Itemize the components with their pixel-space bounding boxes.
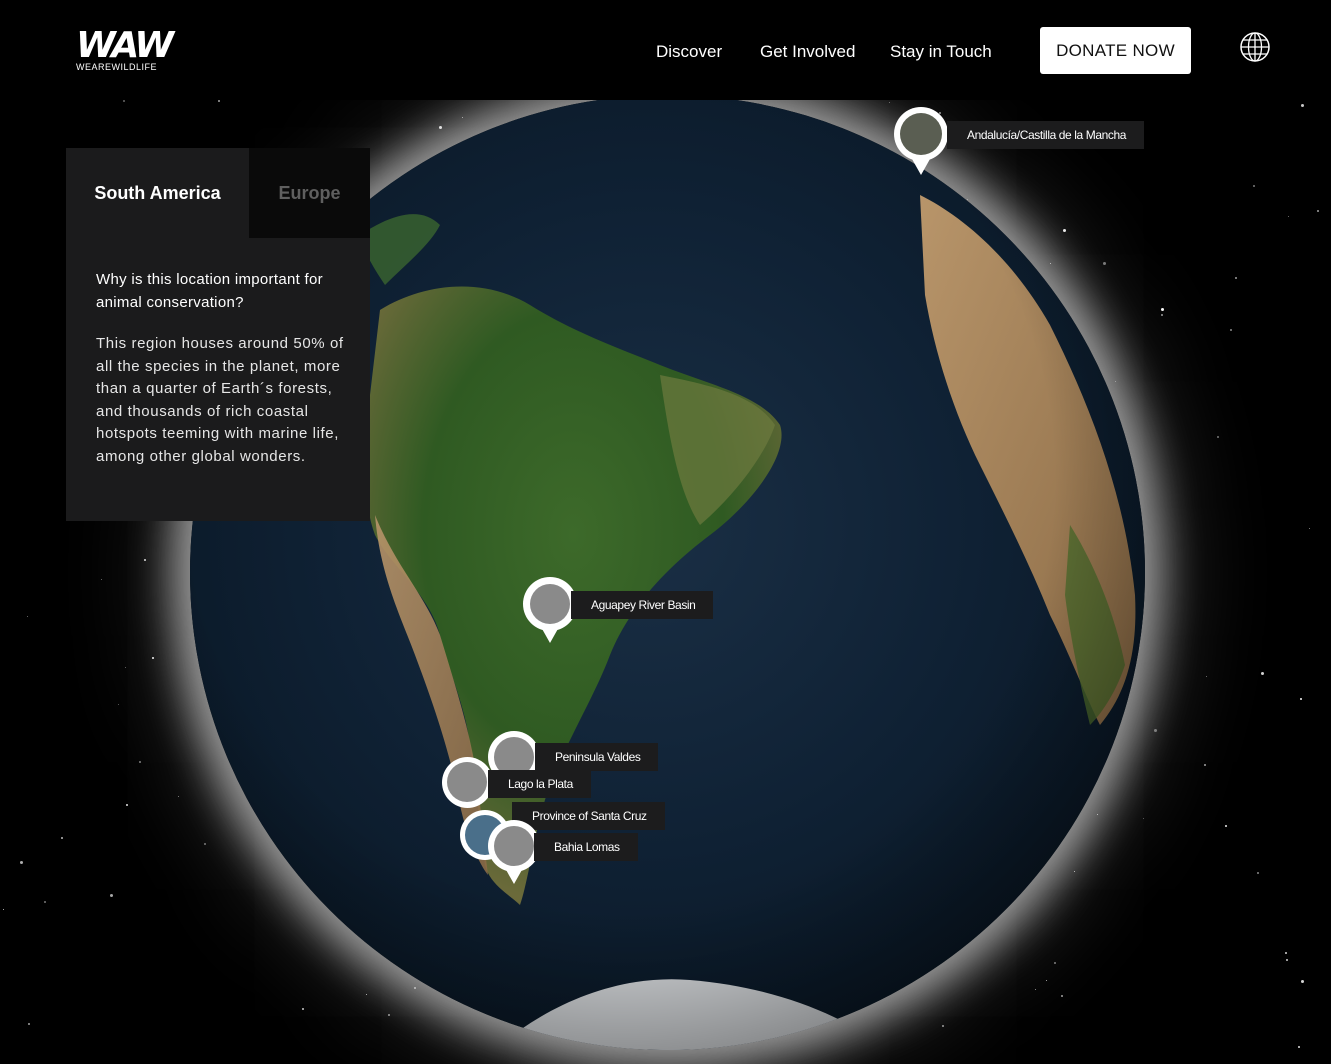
panel-answer: This region houses around 50% of all the… (96, 335, 344, 465)
star (1288, 216, 1289, 217)
nav-stay-in-touch[interactable]: Stay in Touch (890, 42, 992, 62)
star (1230, 329, 1232, 331)
marker-pin (488, 820, 540, 872)
panel-question: Why is this location important for anima… (96, 271, 323, 311)
waw-logo[interactable]: WAW WEAREWILDLIFE (76, 25, 178, 73)
star (1253, 185, 1255, 187)
star (126, 804, 128, 806)
star (1261, 672, 1264, 675)
tab-south-america[interactable]: South America (66, 148, 249, 238)
star (118, 704, 119, 705)
star (1317, 210, 1319, 212)
star (1300, 698, 1302, 700)
star (3, 909, 4, 910)
tab-europe[interactable]: Europe (249, 148, 370, 238)
star (1301, 104, 1304, 107)
star (1285, 952, 1287, 954)
star (1154, 729, 1157, 732)
star (1161, 314, 1163, 316)
star (101, 579, 102, 580)
star (1217, 436, 1219, 438)
lynx-photo (900, 113, 942, 155)
logo-mark: WAW (76, 25, 174, 66)
star (1206, 676, 1207, 677)
marker-pin (523, 577, 577, 631)
marker-label: Province of Santa Cruz (512, 802, 665, 830)
star (1225, 825, 1227, 827)
marker-photo (530, 584, 570, 624)
region-info-panel: South America Europe Why is this locatio… (66, 148, 370, 521)
nav-discover[interactable]: Discover (656, 42, 722, 62)
panel-body: Why is this location important for anima… (66, 238, 370, 521)
star (1257, 872, 1259, 874)
marker-pin (894, 107, 948, 161)
star (28, 1023, 30, 1025)
star (1298, 1046, 1300, 1048)
star (139, 761, 141, 763)
nav-get-involved[interactable]: Get Involved (760, 42, 855, 62)
marker-label: Bahia Lomas (534, 833, 638, 861)
marker-tail (912, 159, 930, 175)
marker-tail (541, 627, 559, 643)
star (144, 559, 146, 561)
donate-button[interactable]: DONATE NOW (1040, 27, 1191, 74)
marker-photo (447, 762, 487, 802)
star (27, 616, 28, 617)
marker-photo (494, 826, 534, 866)
site-header: WAW WEAREWILDLIFE Discover Get Involved … (0, 0, 1331, 100)
star (123, 100, 125, 102)
marker-label: Aguapey River Basin (571, 591, 714, 619)
marker-label: Andalucía/Castilla de la Mancha (947, 121, 1145, 149)
star (1309, 528, 1310, 529)
marker-label: Peninsula Valdes (535, 743, 659, 771)
star (1161, 308, 1164, 311)
star (125, 667, 126, 668)
marker-label: Lago la Plata (488, 770, 591, 798)
star (178, 796, 179, 797)
marker-pin (442, 757, 493, 808)
star (1204, 764, 1206, 766)
star (61, 837, 63, 839)
star (110, 894, 113, 897)
star (1301, 980, 1304, 983)
star (152, 657, 154, 659)
star (20, 861, 23, 864)
star (1286, 959, 1288, 961)
marker-tail (505, 868, 523, 884)
globe-icon[interactable] (1239, 31, 1271, 63)
star (44, 901, 46, 903)
star (1235, 277, 1237, 279)
